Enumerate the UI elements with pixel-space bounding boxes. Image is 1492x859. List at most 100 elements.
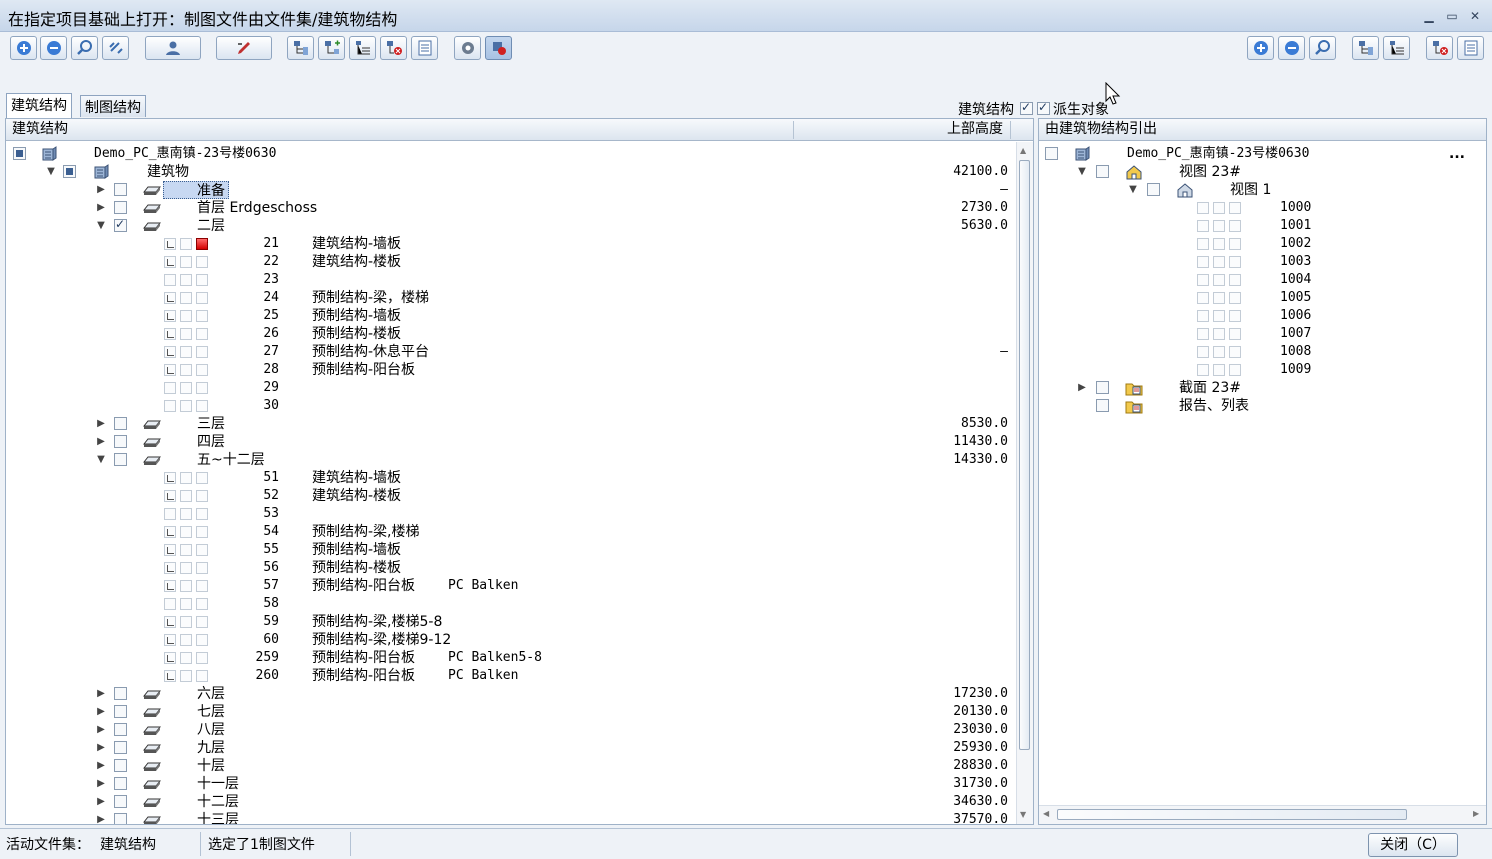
file-flag-icon[interactable]	[196, 652, 208, 664]
file-name[interactable]: 预制结构-阳台板	[312, 361, 415, 379]
file-name[interactable]: 预制结构-墙板	[312, 307, 401, 325]
floor-checkbox[interactable]	[114, 813, 127, 824]
view-item[interactable]: 1001	[1280, 217, 1311, 235]
file-flag-icon[interactable]	[196, 490, 208, 502]
floor-label[interactable]: 准备	[163, 181, 229, 199]
floor-label[interactable]: 十层	[197, 757, 225, 775]
right-expand-button[interactable]	[1247, 36, 1274, 60]
floor-checkbox[interactable]	[114, 795, 127, 808]
view-item[interactable]: 1005	[1280, 289, 1311, 307]
view-item[interactable]: 1009	[1280, 361, 1311, 379]
tree-structure-button[interactable]	[287, 36, 314, 60]
collapse-arrow-icon[interactable]: ▼	[46, 166, 56, 177]
file-name[interactable]: 建筑结构-墙板	[312, 469, 401, 487]
tab-drawing-structure[interactable]: 制图结构	[80, 95, 146, 117]
view-group-checkbox[interactable]	[1096, 165, 1109, 178]
more-icon[interactable]: ...	[1449, 145, 1465, 163]
collapse-arrow-icon[interactable]: ▼	[1128, 184, 1138, 195]
expand-button[interactable]	[10, 36, 37, 60]
pen-button[interactable]	[216, 36, 272, 60]
file-flag-icon[interactable]	[196, 310, 208, 322]
file-name[interactable]: 预制结构-阳台板	[312, 577, 415, 595]
expand-arrow-icon[interactable]: ▶	[96, 724, 106, 735]
file-flag-icon[interactable]	[196, 292, 208, 304]
floor-label[interactable]: 四层	[197, 433, 225, 451]
floor-label[interactable]: 十三层	[197, 811, 239, 824]
active-file-icon[interactable]	[196, 238, 208, 250]
right-root-checkbox[interactable]	[1045, 147, 1058, 160]
section-checkbox[interactable]	[1096, 381, 1109, 394]
root-checkbox[interactable]	[13, 147, 26, 160]
floor-checkbox[interactable]	[114, 741, 127, 754]
right-tree-list-button[interactable]	[1383, 36, 1410, 60]
file-flag-icon[interactable]	[196, 616, 208, 628]
file-flag-icon[interactable]	[196, 400, 208, 412]
floor-label[interactable]: 十二层	[197, 793, 239, 811]
expand-arrow-icon[interactable]: ▶	[96, 184, 106, 195]
floor-checkbox[interactable]	[114, 705, 127, 718]
file-flag-icon[interactable]	[196, 382, 208, 394]
tab-building-structure[interactable]: 建筑结构	[6, 93, 72, 118]
user-button[interactable]	[145, 36, 201, 60]
settings-button[interactable]	[454, 36, 481, 60]
view-item[interactable]: 1007	[1280, 325, 1311, 343]
floor-checkbox[interactable]	[114, 759, 127, 772]
file-flag-icon[interactable]	[196, 364, 208, 376]
floor-label[interactable]: 九层	[197, 739, 225, 757]
view-group-label[interactable]: 视图 23#	[1179, 163, 1241, 181]
right-tree-delete-button[interactable]	[1426, 36, 1453, 60]
file-name[interactable]: 预制结构-阳台板	[312, 649, 415, 667]
file-flag-icon[interactable]	[196, 670, 208, 682]
floor-checkbox[interactable]	[114, 217, 127, 232]
file-flag-icon[interactable]	[196, 508, 208, 520]
collapse-arrow-icon[interactable]: ▼	[1077, 166, 1087, 177]
file-name[interactable]: 预制结构-阳台板	[312, 667, 415, 685]
floor-checkbox[interactable]	[114, 201, 127, 214]
tree-delete-button[interactable]	[380, 36, 407, 60]
file-name[interactable]: 预制结构-梁，楼梯	[312, 289, 429, 307]
right-hscrollbar[interactable]: ◀ ▶	[1039, 805, 1486, 824]
filter-button[interactable]	[485, 36, 512, 60]
link-button[interactable]	[102, 36, 129, 60]
expand-arrow-icon[interactable]: ▶	[96, 202, 106, 213]
expand-arrow-icon[interactable]: ▶	[96, 688, 106, 699]
file-name[interactable]: 预制结构-梁,楼梯5-8	[312, 613, 442, 631]
file-name[interactable]: 建筑结构-楼板	[312, 487, 401, 505]
right-tree-properties-button[interactable]	[1457, 36, 1484, 60]
file-flag-icon[interactable]	[196, 544, 208, 556]
scroll-thumb[interactable]	[1019, 160, 1030, 750]
file-flag-icon[interactable]	[196, 598, 208, 610]
view-item[interactable]: 1008	[1280, 343, 1311, 361]
expand-arrow-icon[interactable]: ▶	[96, 436, 106, 447]
maximize-icon[interactable]: ▭	[1443, 8, 1461, 24]
expand-arrow-icon[interactable]: ▶	[96, 418, 106, 429]
minimize-icon[interactable]: ▁	[1420, 8, 1438, 24]
file-flag-icon[interactable]	[196, 580, 208, 592]
file-flag-icon[interactable]	[196, 634, 208, 646]
close-icon[interactable]: ✕	[1466, 8, 1484, 24]
expand-arrow-icon[interactable]: ▶	[96, 778, 106, 789]
floor-label[interactable]: 三层	[197, 415, 225, 433]
tree-list-button[interactable]	[349, 36, 376, 60]
floor-label[interactable]: 首层 Erdgeschoss	[197, 199, 317, 217]
file-flag-icon[interactable]	[196, 346, 208, 358]
file-name[interactable]: 预制结构-休息平台	[312, 343, 429, 361]
floor-checkbox[interactable]	[114, 687, 127, 700]
expand-arrow-icon[interactable]: ▶	[96, 742, 106, 753]
building-checkbox[interactable]	[63, 165, 76, 178]
file-name[interactable]: 预制结构-梁,楼梯	[312, 523, 420, 541]
view-item[interactable]: 1004	[1280, 271, 1311, 289]
expand-arrow-icon[interactable]: ▶	[96, 796, 106, 807]
floor-label[interactable]: 七层	[197, 703, 225, 721]
column-header-height[interactable]: 上部高度	[947, 119, 1003, 139]
file-name[interactable]: 预制结构-墙板	[312, 541, 401, 559]
floor-checkbox[interactable]	[114, 435, 127, 448]
filter-building-structure-checkbox[interactable]	[1020, 100, 1033, 115]
file-flag-icon[interactable]	[196, 328, 208, 340]
expand-arrow-icon[interactable]: ▶	[1077, 382, 1087, 393]
file-name[interactable]: 预制结构-梁,楼梯9-12	[312, 631, 451, 649]
floor-checkbox[interactable]	[114, 183, 127, 196]
floor-label[interactable]: 八层	[197, 721, 225, 739]
floor-label[interactable]: 十一层	[197, 775, 239, 793]
floor-label[interactable]: 六层	[197, 685, 225, 703]
